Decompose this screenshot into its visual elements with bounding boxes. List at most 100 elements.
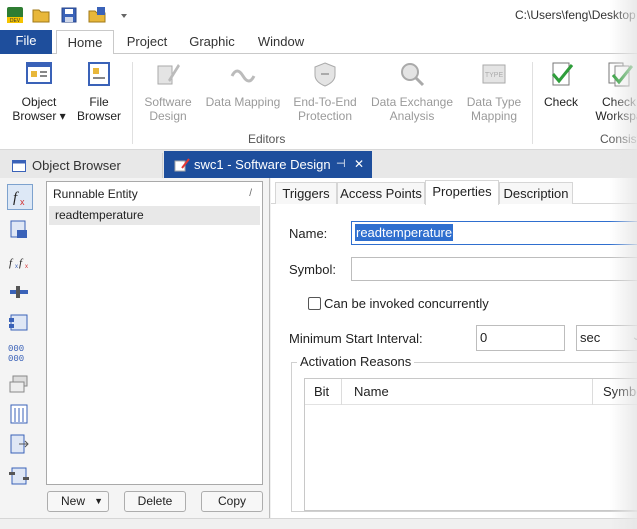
status-bar	[0, 518, 637, 529]
check-workspace-button[interactable]: Check Workspa	[590, 60, 637, 123]
e2e-protection-label-1: End-To-End	[293, 95, 357, 109]
check-workspace-label-1: Check	[601, 95, 636, 109]
tab-home[interactable]: Home	[56, 30, 114, 55]
runnable-tree-icon[interactable]	[7, 464, 33, 490]
export-icon[interactable]	[7, 432, 33, 458]
object-browser-button[interactable]: Object Browser ▾	[10, 60, 68, 123]
data-mapping-label-1: Data Mapping	[205, 95, 281, 109]
app-logo-icon[interactable]: DEV	[6, 6, 24, 24]
data-table-icon[interactable]	[7, 402, 33, 428]
svg-text:x: x	[25, 264, 28, 270]
svg-text:000: 000	[8, 344, 24, 354]
chevron-down-icon: ⌄	[632, 332, 637, 343]
document-tab-strip: Object Browser swc1 - Software Design ⊣ …	[0, 150, 637, 178]
ribbon-separator	[532, 62, 533, 144]
tab-project[interactable]: Project	[118, 30, 176, 54]
tab-software-design-label: swc1 - Software Design	[194, 157, 331, 172]
slider-icon[interactable]	[7, 280, 33, 306]
function-icon[interactable]: fx	[7, 184, 33, 210]
data-type-mapping-icon: TYPE	[482, 64, 506, 84]
svg-text:f: f	[13, 190, 19, 206]
editors-group-label: Editors	[248, 132, 286, 146]
col-name[interactable]: Name	[354, 379, 389, 405]
min-interval-field[interactable]: 0	[476, 325, 565, 351]
object-browser-label-1: Object	[21, 95, 57, 109]
interval-unit-value: sec	[580, 330, 601, 345]
name-label: Name:	[289, 226, 328, 241]
tab-object-browser[interactable]: Object Browser	[0, 153, 163, 178]
check-icon	[551, 62, 574, 86]
table-header: Bit Name Symbo	[305, 379, 637, 405]
layers-icon[interactable]	[7, 372, 33, 398]
column-divider	[592, 379, 593, 405]
properties-tab-row: Triggers Access Points Properties Descri…	[271, 180, 637, 205]
data-mapping-button[interactable]: Data Mapping	[204, 60, 282, 109]
function-compose-icon[interactable]: fxfx	[7, 250, 33, 276]
concurrent-checkbox[interactable]	[308, 297, 321, 310]
check-label-1: Check	[543, 95, 578, 109]
tab-description[interactable]: Description	[499, 182, 573, 204]
copy-button[interactable]: Copy	[201, 491, 263, 512]
save-icon[interactable]	[60, 6, 78, 24]
data-type-mapping-button[interactable]: TYPE Data Type Mapping	[462, 60, 526, 123]
list-header[interactable]: Runnable Entity /	[47, 182, 262, 206]
new-button[interactable]: New ▼	[47, 491, 109, 512]
interval-unit-select[interactable]: sec ⌄	[576, 325, 637, 351]
new-button-label: New	[61, 494, 86, 508]
col-symbol[interactable]: Symbo	[603, 379, 637, 405]
name-field[interactable]: readtemperature	[351, 221, 637, 245]
tab-object-browser-label: Object Browser	[32, 158, 121, 173]
close-tab-icon[interactable]: ✕	[354, 151, 364, 178]
symbol-field[interactable]	[351, 257, 637, 281]
lock-entity-icon[interactable]	[7, 218, 33, 244]
ports-icon[interactable]: 000 000	[7, 340, 33, 366]
check-workspace-label-2: Workspa	[595, 109, 637, 123]
data-mapping-icon	[230, 69, 256, 83]
component-icon[interactable]	[7, 310, 33, 336]
check-button[interactable]: Check	[538, 60, 584, 109]
tab-properties[interactable]: Properties	[425, 180, 499, 205]
svg-text:f: f	[19, 257, 24, 269]
sort-mark: /	[249, 188, 252, 199]
window-title-path: C:\Users\feng\Desktop	[515, 8, 636, 22]
list-item[interactable]: readtemperature	[49, 206, 260, 225]
runnable-entity-list[interactable]: Runnable Entity / readtemperature	[46, 181, 263, 485]
svg-text:f: f	[9, 257, 14, 269]
tab-file[interactable]: File	[0, 30, 52, 54]
file-browser-label-1: File	[89, 95, 109, 109]
save-folder-icon[interactable]	[88, 6, 106, 24]
software-design-button[interactable]: Software Design	[138, 60, 198, 123]
symbol-label: Symbol:	[289, 262, 336, 277]
delete-button[interactable]: Delete	[124, 491, 186, 512]
runnable-entity-panel: fx fxfx 000 000 Runnable Entity / readtem…	[0, 178, 270, 518]
svg-text:x: x	[20, 197, 25, 207]
list-header-label: Runnable Entity	[53, 187, 138, 201]
data-exchange-analysis-button[interactable]: Data Exchange Analysis	[368, 60, 456, 123]
svg-text:000: 000	[8, 354, 24, 364]
file-browser-button[interactable]: File Browser	[74, 60, 124, 123]
activation-reasons-title: Activation Reasons	[297, 354, 415, 369]
tab-graphic[interactable]: Graphic	[182, 30, 242, 54]
ribbon-tab-row: File Home Project Graphic Window	[0, 30, 637, 55]
open-folder-icon[interactable]	[32, 6, 50, 24]
e2e-protection-label-2: Protection	[297, 109, 353, 123]
data-exchange-icon	[401, 63, 425, 87]
tab-software-design[interactable]: swc1 - Software Design ⊣ ✕	[164, 151, 372, 178]
tab-window[interactable]: Window	[250, 30, 312, 54]
svg-text:TYPE: TYPE	[485, 72, 504, 79]
pin-tab-icon[interactable]: ⊣	[336, 151, 346, 178]
properties-panel: Triggers Access Points Properties Descri…	[271, 178, 637, 518]
name-field-value: readtemperature	[355, 224, 454, 241]
title-bar: DEV C:\Users\feng\Desktop	[0, 0, 637, 30]
activation-reasons-table[interactable]: Bit Name Symbo	[304, 378, 637, 511]
tab-triggers[interactable]: Triggers	[275, 182, 337, 204]
customize-dropdown-icon[interactable]	[118, 6, 130, 24]
e2e-protection-icon	[314, 62, 336, 87]
chevron-down-icon[interactable]: ▼	[94, 492, 103, 511]
column-divider	[341, 379, 342, 405]
file-browser-label-2: Browser	[76, 109, 121, 123]
end-to-end-protection-button[interactable]: End-To-End Protection	[288, 60, 362, 123]
tab-access-points[interactable]: Access Points	[337, 182, 425, 204]
col-bit[interactable]: Bit	[314, 379, 329, 405]
object-browser-tab-icon	[12, 160, 26, 172]
